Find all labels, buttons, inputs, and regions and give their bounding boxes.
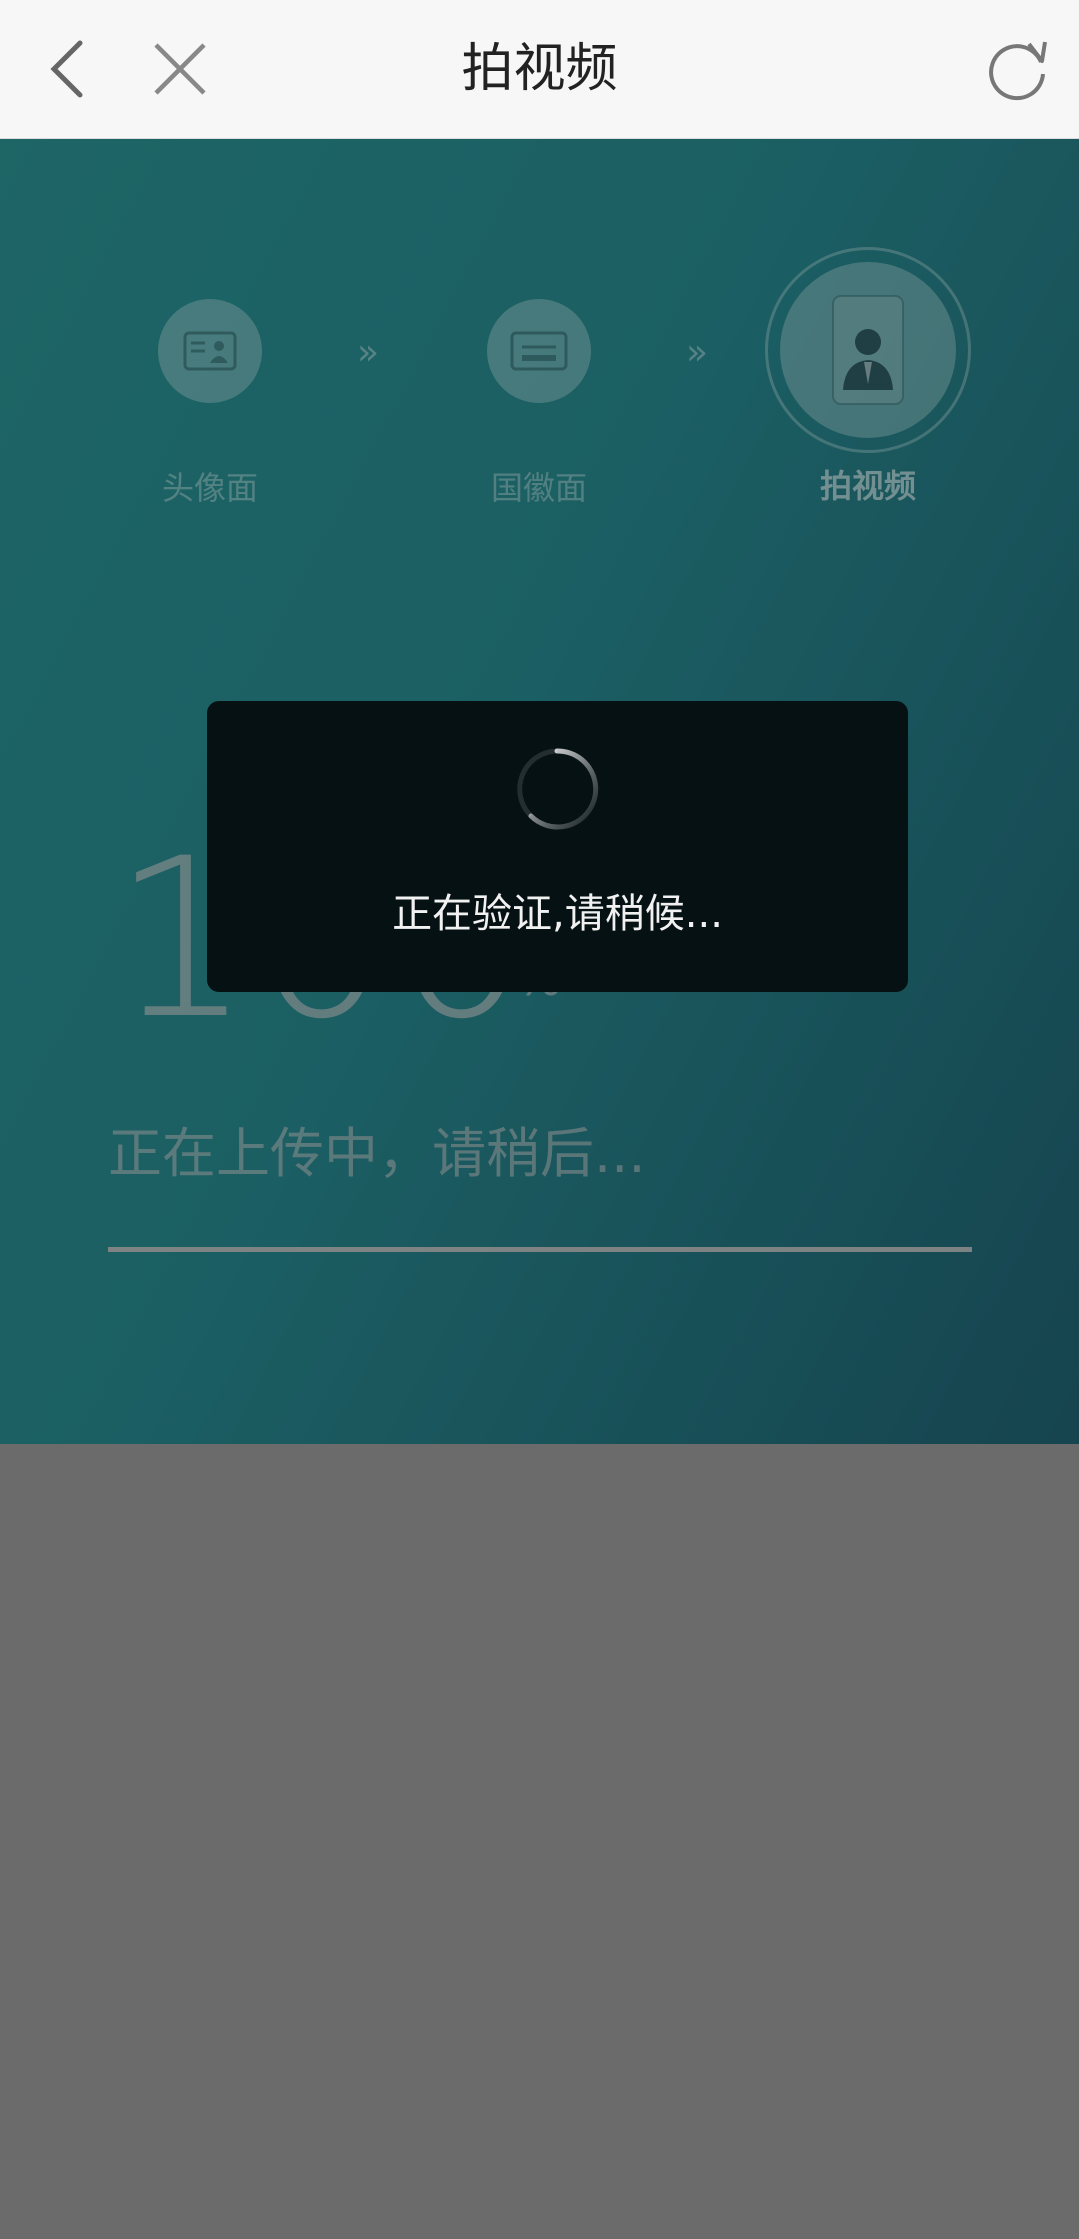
id-card-emblem-icon xyxy=(510,331,568,371)
step-circle xyxy=(780,262,956,438)
step-separator-icon: » xyxy=(357,332,379,373)
top-nav-bar: 拍视频 xyxy=(0,0,1079,139)
step-portrait-side: 头像面 xyxy=(100,299,320,509)
step-label: 国徽面 xyxy=(490,469,587,507)
verifying-message: 正在验证,请稍候... xyxy=(392,891,723,937)
refresh-button[interactable] xyxy=(968,19,1068,119)
upload-progress-bar xyxy=(108,1247,972,1252)
step-label: 头像面 xyxy=(161,469,258,507)
upload-status-text: 正在上传中，请稍后... xyxy=(108,1122,646,1185)
video-portrait-icon xyxy=(832,295,904,405)
page-title: 拍视频 xyxy=(461,39,618,99)
id-card-portrait-icon xyxy=(183,331,237,371)
step-separator-icon: » xyxy=(686,332,708,373)
step-label: 拍视频 xyxy=(819,467,916,505)
refresh-icon xyxy=(989,41,1047,101)
step-emblem-side: 国徽面 xyxy=(429,299,649,509)
loading-spinner-icon xyxy=(517,748,599,830)
step-circle xyxy=(158,299,262,403)
step-active-ring xyxy=(765,247,971,453)
upload-progress-fill xyxy=(108,1247,972,1252)
step-circle xyxy=(487,299,591,403)
step-record-video: 拍视频 xyxy=(758,247,978,507)
verifying-dialog: 正在验证,请稍候... xyxy=(207,701,908,992)
